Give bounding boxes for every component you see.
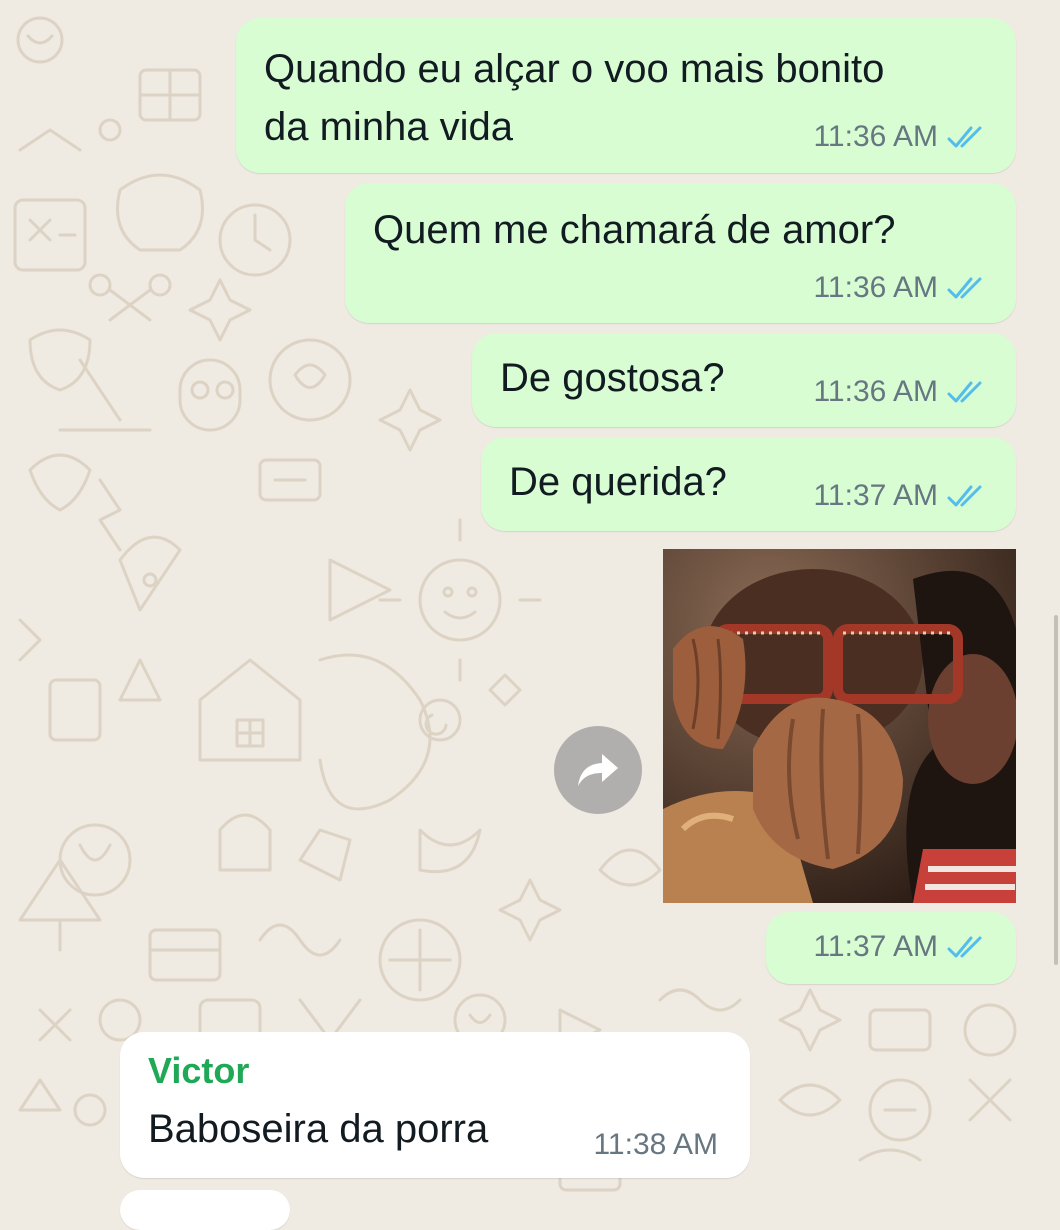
double-check-icon — [947, 485, 982, 507]
outgoing-message[interactable]: De querida? 11:37 AM — [481, 437, 1016, 531]
message-time: 11:37 AM — [813, 479, 938, 512]
outgoing-message[interactable]: Quando eu alçar o voo mais bonito da min… — [236, 18, 1016, 173]
sender-name[interactable]: Victor — [148, 1050, 249, 1092]
outgoing-message[interactable]: Quem me chamará de amor? 11:36 AM — [345, 183, 1016, 323]
double-check-icon — [947, 126, 982, 148]
forward-arrow-icon — [578, 754, 618, 786]
message-time: 11:36 AM — [813, 375, 938, 408]
outgoing-message[interactable]: De gostosa? 11:36 AM — [472, 333, 1016, 427]
message-time: 11:38 AM — [593, 1128, 718, 1161]
forward-button[interactable] — [554, 726, 642, 814]
message-text: Baboseira da porra — [148, 1107, 489, 1151]
message-meta: 11:38 AM — [593, 1128, 718, 1162]
image-meta-bubble[interactable]: 11:37 AM — [766, 912, 1016, 984]
message-text: De gostosa? — [500, 356, 725, 400]
double-check-icon — [947, 277, 982, 299]
message-time: 11:36 AM — [813, 120, 938, 153]
message-meta: 11:36 AM — [813, 375, 988, 409]
message-time: 11:37 AM — [813, 930, 938, 963]
message-text-line: Quando eu alçar o voo mais bonito — [264, 47, 885, 91]
image-message[interactable] — [663, 549, 1016, 903]
message-meta: 11:36 AM — [813, 271, 988, 305]
message-time: 11:36 AM — [813, 271, 938, 304]
message-text: De querida? — [509, 460, 727, 504]
double-check-icon — [947, 936, 982, 958]
incoming-message[interactable]: Victor Baboseira da porra 11:38 AM — [120, 1032, 750, 1178]
message-meta: 11:36 AM — [813, 120, 988, 154]
incoming-message-partial[interactable] — [120, 1190, 290, 1230]
person-crying-with-glasses-photo — [663, 549, 1016, 903]
message-meta: 11:37 AM — [813, 479, 988, 513]
message-text-line: da minha vida — [264, 105, 514, 149]
double-check-icon — [947, 381, 982, 403]
message-meta: 11:37 AM — [813, 930, 988, 964]
scrollbar[interactable] — [1054, 615, 1058, 965]
message-text: Quem me chamará de amor? — [373, 208, 896, 252]
